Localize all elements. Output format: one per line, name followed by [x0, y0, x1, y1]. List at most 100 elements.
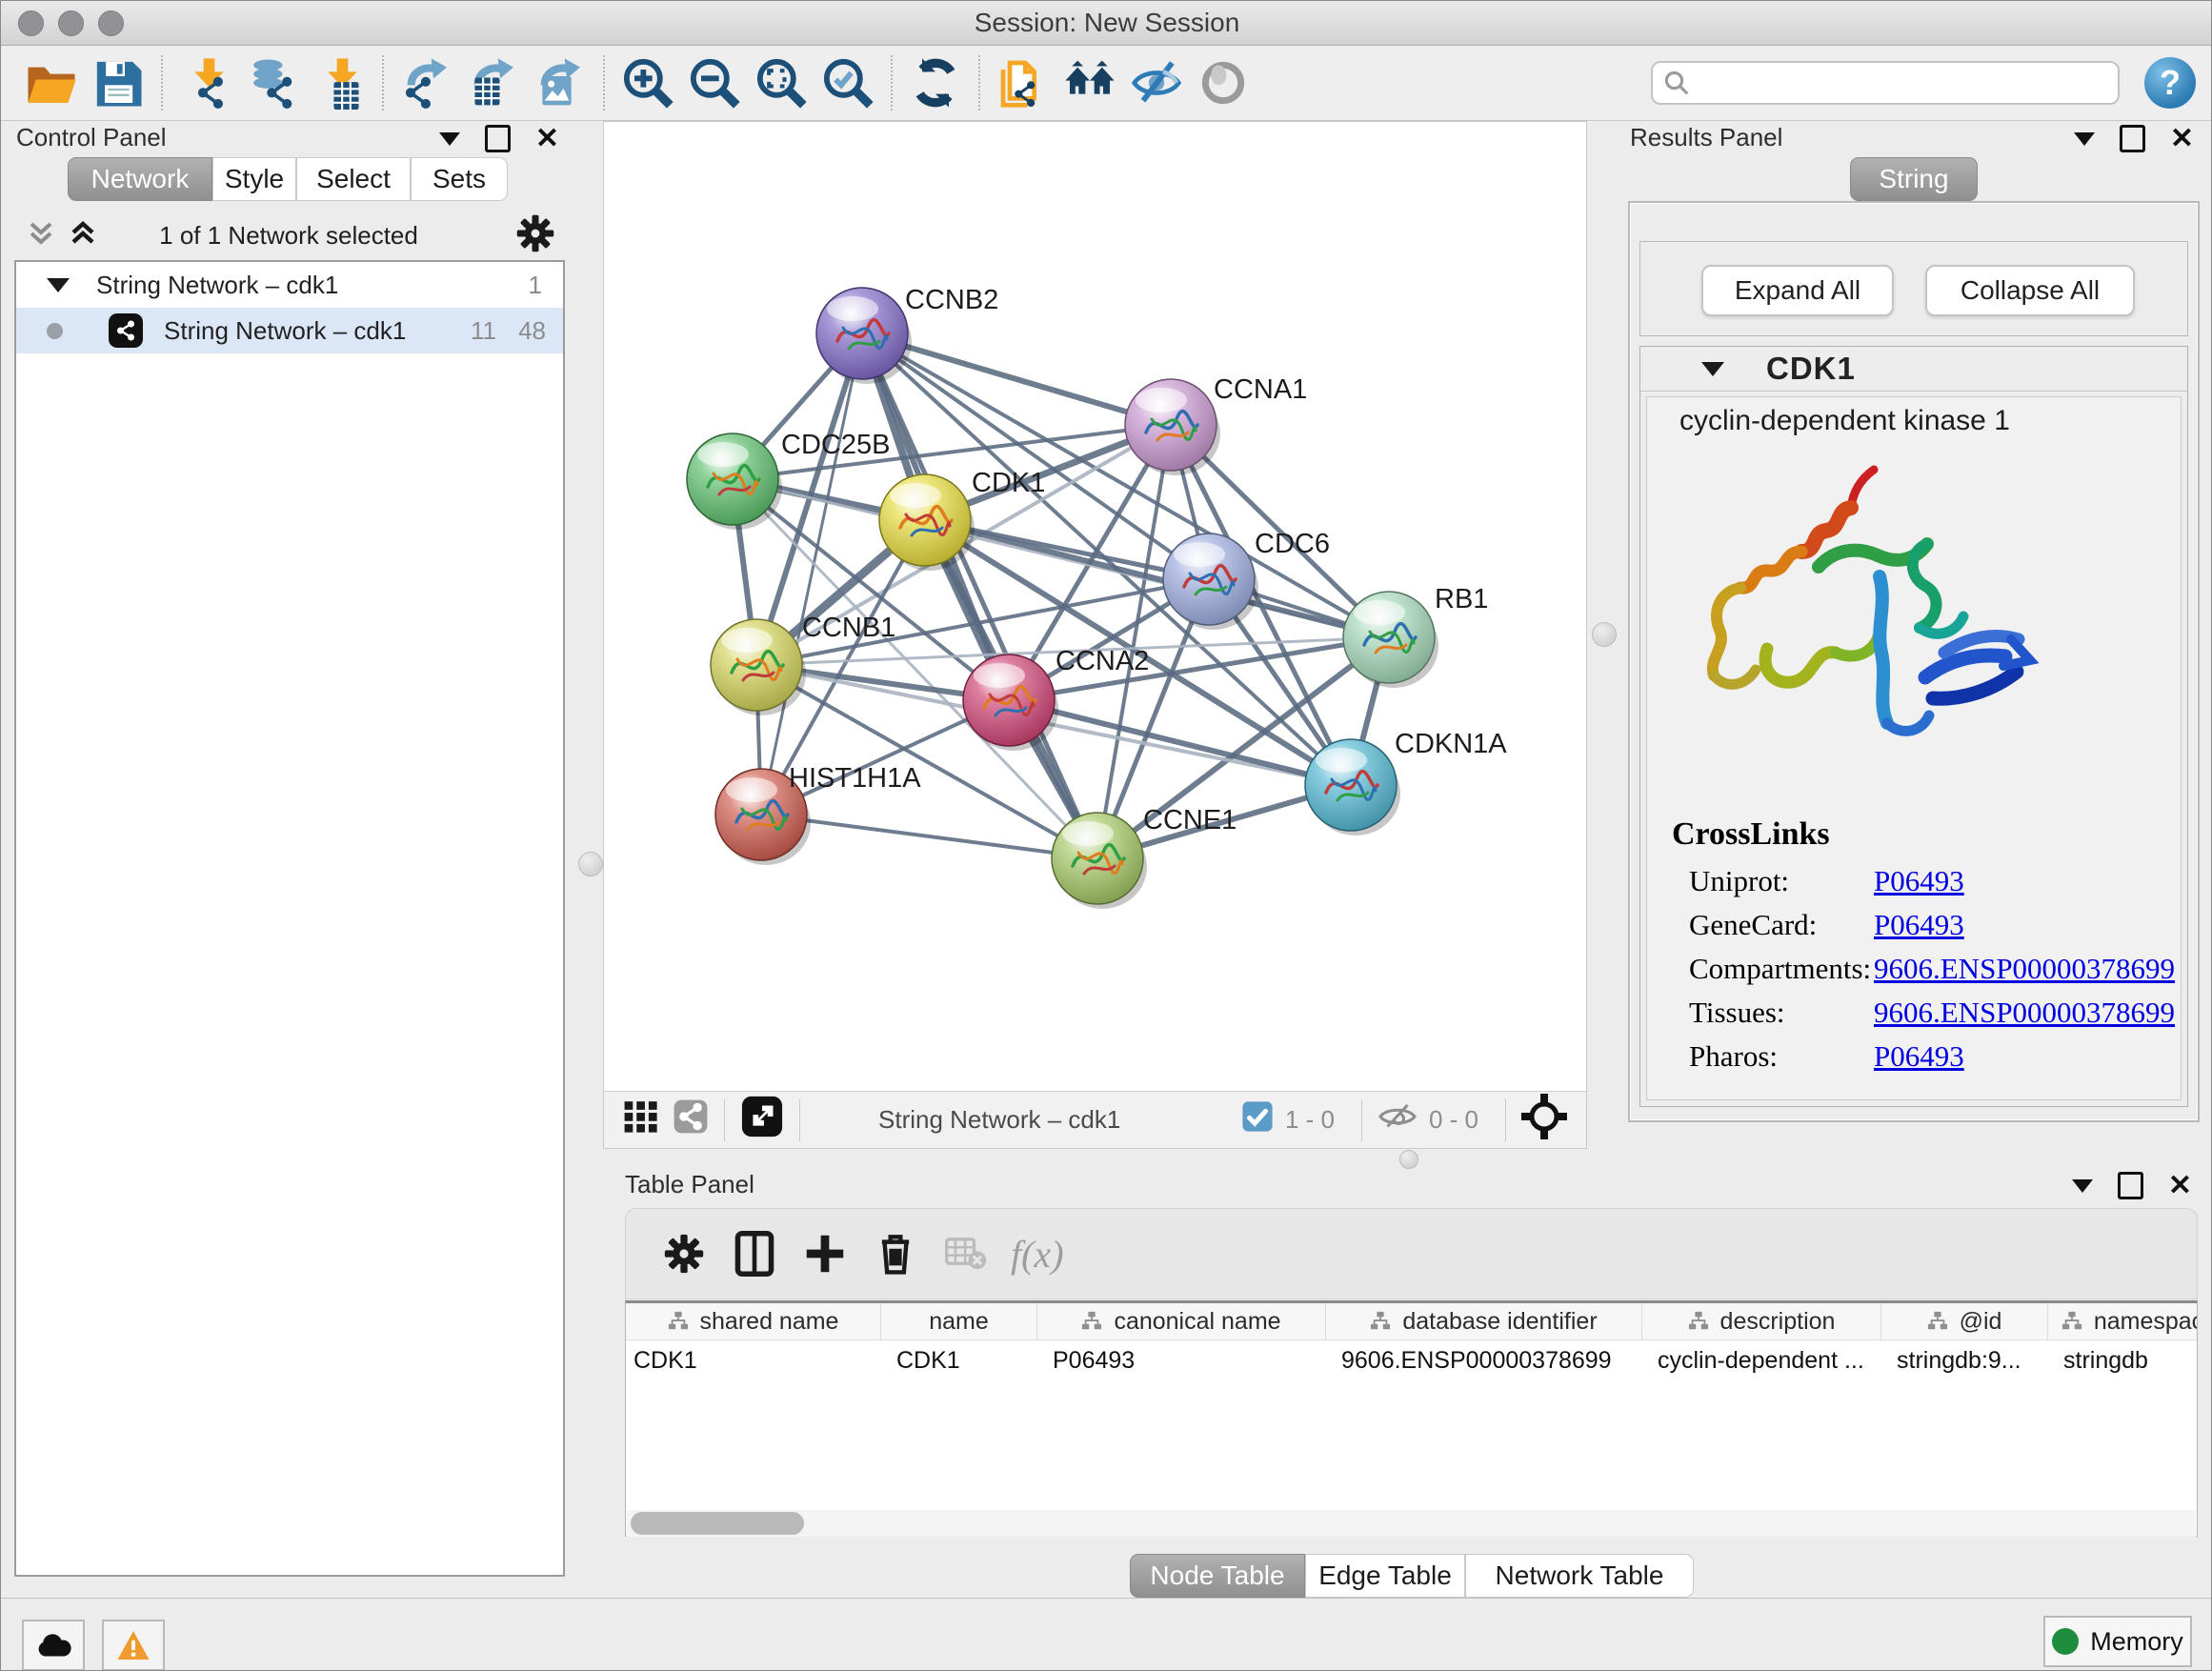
tab-network[interactable]: Network	[68, 157, 212, 201]
table-row[interactable]: CDK1CDK1P064939606.ENSP00000378699cyclin…	[626, 1340, 2197, 1380]
tab-node-table[interactable]: Node Table	[1130, 1554, 1305, 1598]
import-network-file-button[interactable]	[172, 52, 239, 113]
network-options-gear-icon[interactable]	[515, 213, 555, 258]
table-panel-collapse-icon[interactable]	[2072, 1179, 2093, 1193]
network-node-CDKN1A[interactable]	[1305, 739, 1400, 836]
results-panel-maximize-icon[interactable]	[2120, 125, 2145, 152]
crosslink-link[interactable]: P06493	[1874, 1039, 1964, 1074]
network-edge-HIST1H1A-CCNE1[interactable]	[761, 815, 1097, 858]
table-panel-maximize-icon[interactable]	[2118, 1172, 2143, 1199]
network-node-CCNA1[interactable]	[1125, 379, 1220, 475]
column-header-canonical-name[interactable]: canonical name	[1037, 1303, 1326, 1339]
search-box[interactable]	[1651, 61, 2120, 105]
network-canvas[interactable]: CCNB2CCNA1CDC25BCDK1CDC6RB1CCNB1CCNA2CDK…	[604, 122, 1586, 1092]
show-columns-icon[interactable]	[719, 1225, 790, 1282]
network-node-RB1[interactable]	[1343, 592, 1438, 688]
node-entry-header[interactable]: CDK1	[1640, 347, 2187, 392]
tab-network-table[interactable]: Network Table	[1465, 1554, 1694, 1598]
column-header--id[interactable]: @id	[1881, 1303, 2048, 1339]
hidden-eye-icon[interactable]	[1377, 1100, 1418, 1139]
network-collection-row[interactable]: String Network – cdk1 1	[16, 262, 563, 308]
crosslink-link[interactable]: P06493	[1874, 908, 1964, 942]
create-column-plus-icon[interactable]	[790, 1225, 860, 1282]
open-session-button[interactable]	[18, 52, 85, 113]
export-table-button[interactable]	[460, 52, 527, 113]
current-network-title: String Network – cdk1	[878, 1105, 1120, 1135]
control-panel-close-icon[interactable]: ✕	[535, 128, 559, 150]
node-result-entry: CDK1 cyclin-dependent kinase 1	[1639, 346, 2188, 1107]
table-options-gear-icon[interactable]	[649, 1225, 719, 1282]
import-table-file-button[interactable]	[306, 52, 372, 113]
network-row[interactable]: String Network – cdk1 11 48	[16, 308, 563, 353]
birds-eye-view-button[interactable]	[740, 1095, 784, 1145]
first-neighbors-button[interactable]	[1056, 52, 1123, 113]
export-image-button[interactable]	[527, 52, 593, 113]
entry-collapse-icon[interactable]	[1701, 362, 1724, 376]
hide-selected-button[interactable]	[1123, 52, 1190, 113]
new-network-from-selection-button[interactable]	[990, 52, 1056, 113]
collection-expand-icon[interactable]	[47, 278, 70, 292]
fit-selected-crosshair-icon[interactable]	[1521, 1094, 1567, 1146]
column-header-name[interactable]: name	[881, 1303, 1037, 1339]
expand-all-button[interactable]: Expand All	[1701, 265, 1894, 316]
zoom-in-button[interactable]	[614, 52, 681, 113]
column-label: database identifier	[1402, 1308, 1597, 1336]
selected-nodes-checkbox[interactable]	[1241, 1100, 1274, 1139]
zoom-out-button[interactable]	[681, 52, 748, 113]
network-node-CCNA2[interactable]	[963, 654, 1058, 751]
crosslink-link[interactable]: P06493	[1874, 864, 1964, 898]
help-button[interactable]: ?	[2144, 57, 2196, 109]
network-node-CDK1[interactable]	[879, 474, 975, 571]
bottom-splitter-handle[interactable]	[1399, 1150, 1418, 1169]
control-panel-tabs: NetworkStyleSelectSets	[68, 157, 508, 201]
tab-select[interactable]: Select	[296, 157, 411, 201]
results-panel-close-icon[interactable]: ✕	[2170, 128, 2194, 150]
memory-button[interactable]: Memory	[2043, 1616, 2192, 1667]
left-splitter-handle[interactable]	[578, 852, 603, 876]
delete-column-trash-icon[interactable]	[860, 1225, 931, 1282]
node-table[interactable]: shared name name canonical name database id…	[625, 1300, 2198, 1537]
zoom-fit-button[interactable]	[748, 52, 814, 113]
crosslink-link[interactable]: 9606.ENSP00000378699	[1874, 996, 2175, 1030]
scrollbar-thumb[interactable]	[631, 1512, 804, 1535]
network-edge-CCNB2-HIST1H1A[interactable]	[761, 333, 862, 815]
crosslink-link[interactable]: 9606.ENSP00000378699	[1874, 952, 2175, 986]
control-panel-collapse-icon[interactable]	[439, 132, 460, 146]
save-session-button[interactable]	[85, 52, 151, 113]
warning-status-button[interactable]	[102, 1620, 165, 1671]
node-entry-content: cyclin-dependent kinase 1	[1646, 396, 2182, 1100]
right-splitter-handle[interactable]	[1592, 622, 1617, 647]
search-icon	[1662, 69, 1691, 97]
collapse-all-button[interactable]: Collapse All	[1925, 265, 2135, 316]
results-panel-collapse-icon[interactable]	[2074, 132, 2095, 146]
tab-string[interactable]: String	[1850, 157, 1978, 201]
import-network-file-icon	[179, 56, 232, 110]
column-header-database-identifier[interactable]: database identifier	[1326, 1303, 1642, 1339]
export-network-button[interactable]	[393, 52, 460, 113]
cloud-status-button[interactable]	[22, 1620, 85, 1671]
column-header-namespac[interactable]: namespac	[2048, 1303, 2198, 1339]
zoom-selected-button[interactable]	[814, 52, 881, 113]
control-panel-maximize-icon[interactable]	[485, 125, 511, 152]
table-horizontal-scrollbar[interactable]	[627, 1510, 2196, 1537]
delete-table-icon[interactable]	[931, 1225, 1001, 1282]
network-node-CDC25B[interactable]	[687, 433, 782, 530]
network-view-toolbar: String Network – cdk1 1 - 0 0 - 0	[604, 1091, 1586, 1148]
network-share-icon[interactable]	[673, 1098, 709, 1141]
show-all-button[interactable]	[1190, 52, 1257, 113]
tab-style[interactable]: Style	[212, 157, 296, 201]
tab-edge-table[interactable]: Edge Table	[1305, 1554, 1465, 1598]
tab-sets[interactable]: Sets	[411, 157, 508, 201]
grid-view-icon[interactable]	[623, 1098, 659, 1141]
function-builder-icon[interactable]: f(x)	[1011, 1232, 1064, 1277]
column-header-shared-name[interactable]: shared name	[626, 1303, 881, 1339]
column-label: name	[929, 1308, 989, 1336]
column-header-description[interactable]: description	[1642, 1303, 1881, 1339]
apply-preferred-layout-button[interactable]	[902, 52, 969, 113]
import-network-database-button[interactable]	[239, 52, 306, 113]
node-label-CDC6: CDC6	[1255, 529, 1330, 559]
table-panel-close-icon[interactable]: ✕	[2168, 1175, 2192, 1197]
network-node-CDC6[interactable]	[1163, 534, 1258, 630]
network-node-CCNE1[interactable]	[1052, 813, 1147, 909]
search-input[interactable]	[1691, 68, 2095, 99]
